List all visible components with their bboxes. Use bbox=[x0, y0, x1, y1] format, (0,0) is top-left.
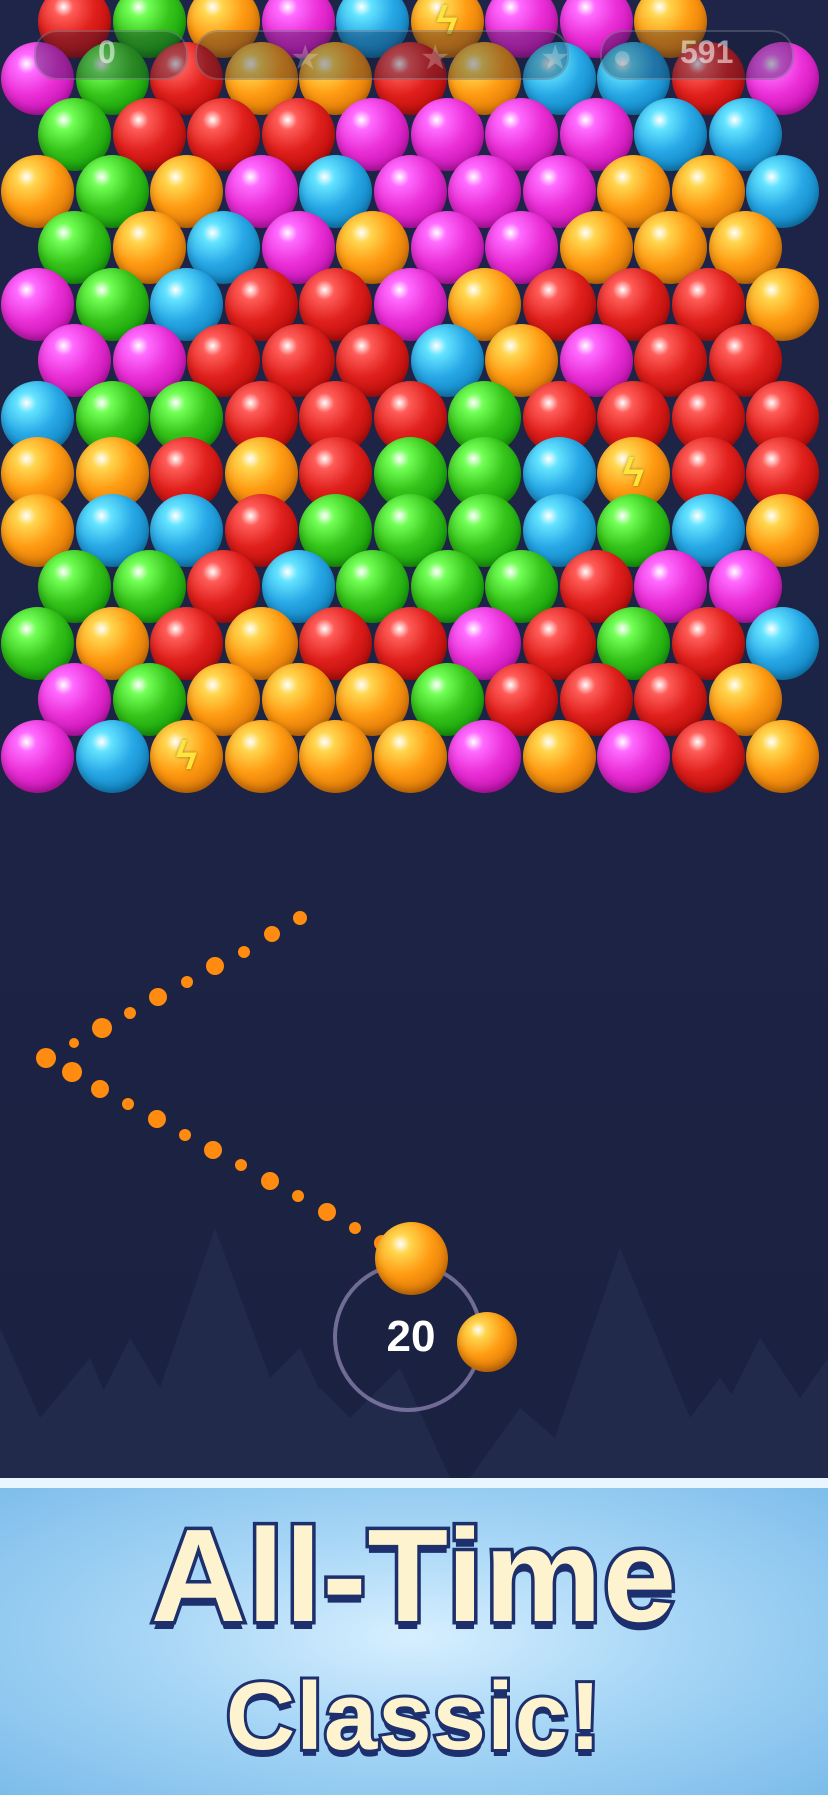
moves-counter: 20 bbox=[386, 1312, 436, 1361]
game-board[interactable]: ϟϟϟ 20 0 ★ ★ ★ ● 591 bbox=[0, 0, 828, 1478]
star-icon: ★ bbox=[540, 39, 571, 77]
top-hud: 0 ★ ★ ★ ● 591 bbox=[0, 0, 828, 95]
star-icon: ★ bbox=[420, 39, 451, 77]
score-value: 0 bbox=[98, 34, 116, 70]
game-screen: ϟϟϟ 20 0 ★ ★ ★ ● 591 All-Time Classic! bbox=[0, 0, 828, 1795]
next-bubble-swap[interactable] bbox=[457, 1312, 517, 1372]
star-progress-bar bbox=[195, 30, 569, 80]
star-icon: ★ bbox=[290, 39, 321, 77]
banner-divider bbox=[0, 1478, 828, 1488]
headline-secondary: Classic! bbox=[223, 1660, 604, 1773]
coins-value: 591 bbox=[680, 34, 734, 70]
coin-icon: ● bbox=[612, 38, 633, 76]
headline-primary: All-Time bbox=[147, 1499, 679, 1653]
current-bubble[interactable] bbox=[375, 1222, 448, 1295]
